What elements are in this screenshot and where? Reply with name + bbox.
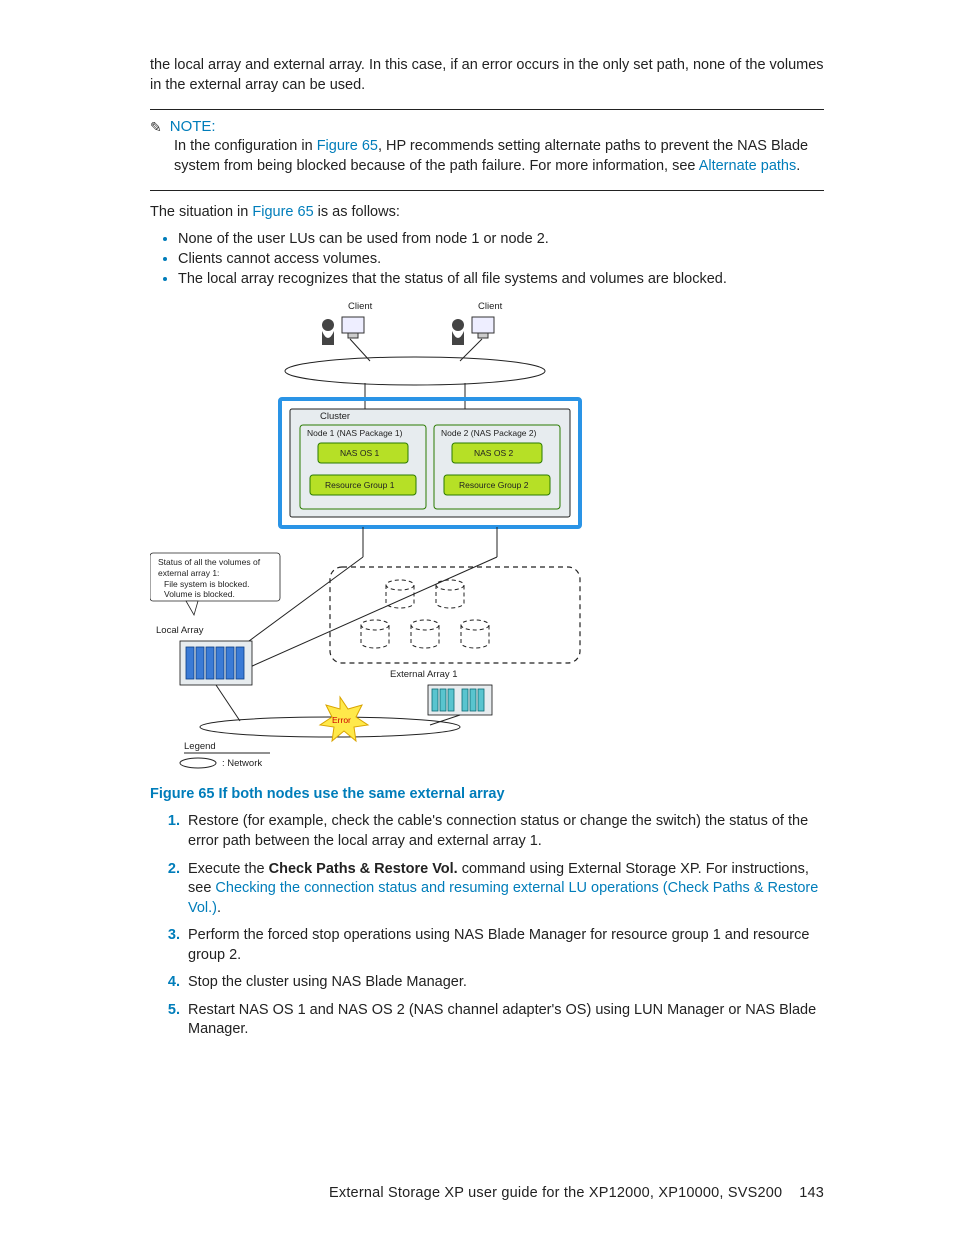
step-2-bold: Check Paths & Restore Vol.: [269, 861, 458, 877]
diag-legend-label: Legend: [184, 741, 216, 752]
diag-callout-l3: File system is blocked.: [164, 579, 250, 589]
bullet-2: Clients cannot access volumes.: [178, 251, 824, 267]
rule-top: [150, 109, 824, 110]
footer-page: 143: [799, 1185, 824, 1201]
step-1: Restore (for example, check the cable's …: [184, 812, 824, 851]
diag-cluster-label: Cluster: [320, 411, 350, 422]
diag-legend-net: : Network: [222, 758, 262, 769]
diag-node2-label: Node 2 (NAS Package 2): [441, 428, 537, 438]
step-5: Restart NAS OS 1 and NAS OS 2 (NAS chann…: [184, 1001, 824, 1040]
rule-bottom: [150, 190, 824, 191]
steps-list: Restore (for example, check the cable's …: [150, 812, 824, 1040]
note-link-alternate-paths[interactable]: Alternate paths: [699, 158, 797, 174]
figure-caption: Figure 65 If both nodes use the same ext…: [150, 785, 824, 805]
footer-title: External Storage XP user guide for the X…: [329, 1185, 782, 1201]
note-body: In the configuration in Figure 65, HP re…: [174, 137, 824, 176]
step-2-link[interactable]: Checking the connection status and resum…: [188, 880, 818, 916]
diag-extarray-label: External Array 1: [390, 669, 458, 680]
situation-before: The situation in: [150, 204, 252, 220]
diag-error-label: Error: [332, 715, 351, 725]
step-3: Perform the forced stop operations using…: [184, 926, 824, 965]
situation-after: is as follows:: [314, 204, 400, 220]
diag-rg2-label: Resource Group 2: [459, 480, 529, 490]
diag-callout-l4: Volume is blocked.: [164, 589, 235, 599]
diag-localarray-label: Local Array: [156, 625, 204, 636]
diag-rg1-label: Resource Group 1: [325, 480, 395, 490]
step-2-c: .: [217, 900, 221, 916]
situation-line: The situation in Figure 65 is as follows…: [150, 203, 824, 223]
note-text-3: .: [796, 158, 800, 174]
diag-client1-label: Client: [348, 301, 373, 312]
step-2-a: Execute the: [188, 861, 269, 877]
diag-nasos2-label: NAS OS 2: [474, 448, 513, 458]
situation-link-figure65[interactable]: Figure 65: [252, 204, 313, 220]
bullet-1: None of the user LUs can be used from no…: [178, 231, 824, 247]
diag-ext-array-icon: [428, 685, 492, 715]
note-label: NOTE:: [170, 118, 216, 135]
intro-paragraph: the local array and external array. In t…: [150, 56, 824, 95]
diag-callout-l1: Status of all the volumes of: [158, 557, 261, 567]
note-link-figure65[interactable]: Figure 65: [317, 138, 378, 154]
bullet-list: None of the user LUs can be used from no…: [150, 231, 824, 287]
step-2: Execute the Check Paths & Restore Vol. c…: [184, 860, 824, 919]
note-icon: ✎: [150, 119, 162, 136]
bullet-3: The local array recognizes that the stat…: [178, 271, 824, 287]
diag-node1-label: Node 1 (NAS Package 1): [307, 428, 403, 438]
figure-65-diagram: Client Client Cluster: [150, 297, 660, 777]
diag-client2-label: Client: [478, 301, 503, 312]
diag-local-array-icon: [180, 641, 252, 685]
step-4: Stop the cluster using NAS Blade Manager…: [184, 973, 824, 993]
page-footer: External Storage XP user guide for the X…: [329, 1185, 824, 1201]
note-text-1: In the configuration in: [174, 138, 317, 154]
diag-callout-l2: external array 1:: [158, 568, 219, 578]
diag-nasos1-label: NAS OS 1: [340, 448, 379, 458]
